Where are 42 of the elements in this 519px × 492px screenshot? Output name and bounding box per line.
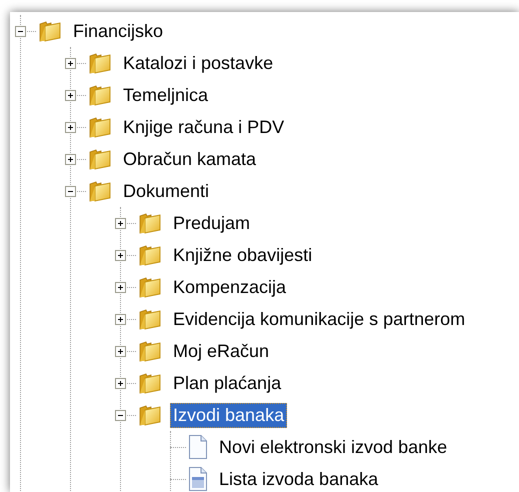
folder-icon — [87, 51, 113, 75]
expand-button[interactable] — [64, 122, 76, 132]
tree-item[interactable]: Knjige računa i PDV — [120, 114, 288, 140]
collapse-button[interactable] — [114, 410, 126, 420]
expand-button[interactable] — [64, 58, 76, 68]
folder-icon — [87, 179, 113, 203]
expand-button[interactable] — [114, 218, 126, 228]
tree-item[interactable]: Predujam — [170, 210, 254, 236]
tree-item[interactable]: Financijsko — [70, 18, 166, 44]
tree-item[interactable]: Dokumenti — [120, 178, 212, 204]
tree-item[interactable]: Temeljnica — [120, 82, 212, 108]
tree-item[interactable]: Katalozi i postavke — [120, 50, 276, 76]
tree-item[interactable]: Kompenzacija — [170, 274, 290, 300]
expand-button[interactable] — [114, 378, 126, 388]
tree-item[interactable]: Knjižne obavijesti — [170, 242, 316, 268]
collapse-button[interactable] — [14, 26, 26, 36]
expand-button[interactable] — [114, 346, 126, 356]
folder-icon — [87, 115, 113, 139]
tree-item[interactable]: Evidencija komunikacije s partnerom — [170, 306, 468, 332]
folder-icon — [137, 307, 163, 331]
folder-icon — [137, 275, 163, 299]
tree-item[interactable]: Plan plaćanja — [170, 370, 284, 396]
folder-icon — [137, 211, 163, 235]
expand-button[interactable] — [114, 282, 126, 292]
document-icon — [187, 434, 209, 460]
tree-item[interactable]: Novi elektronski izvod banke — [216, 434, 450, 460]
folder-icon — [137, 339, 163, 363]
expand-button[interactable] — [64, 154, 76, 164]
tree-item[interactable]: Lista izvoda banaka — [216, 466, 382, 492]
expand-button[interactable] — [64, 90, 76, 100]
expand-button[interactable] — [114, 314, 126, 324]
folder-icon — [137, 243, 163, 267]
collapse-button[interactable] — [64, 186, 76, 196]
expand-button[interactable] — [114, 250, 126, 260]
folder-icon — [137, 403, 163, 427]
tree-item[interactable]: Izvodi banaka — [170, 402, 288, 428]
tree-item[interactable]: Obračun kamata — [120, 146, 260, 172]
folder-icon — [37, 19, 63, 43]
tree-item[interactable]: Moj eRačun — [170, 338, 272, 364]
folder-icon — [137, 371, 163, 395]
folder-icon — [87, 147, 113, 171]
folder-icon — [87, 83, 113, 107]
